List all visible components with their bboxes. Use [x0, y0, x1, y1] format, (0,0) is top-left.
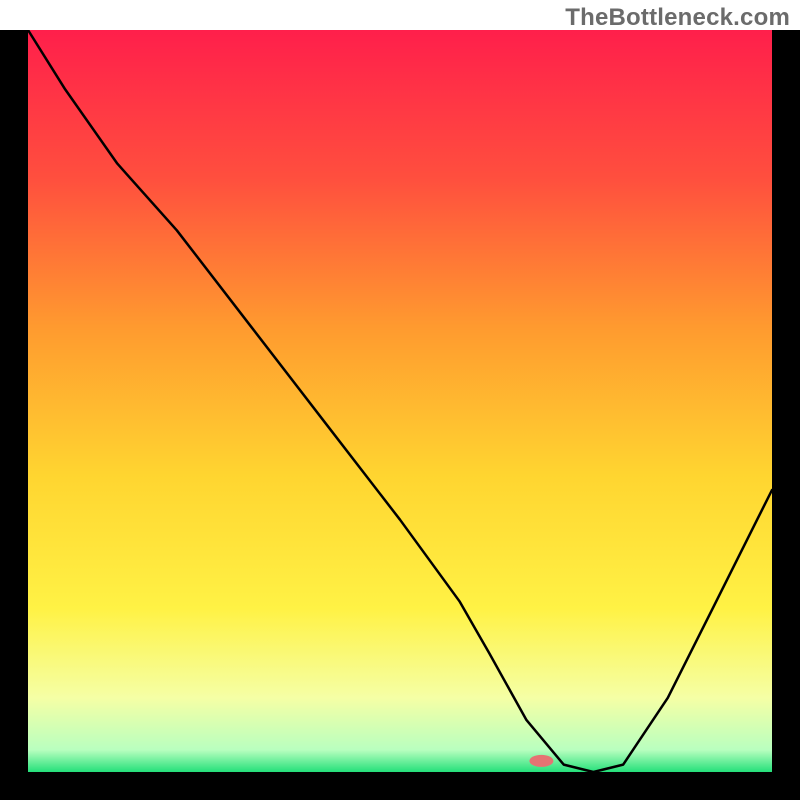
frame-bar-1	[772, 30, 800, 800]
gradient-background	[28, 30, 772, 772]
plot-area	[0, 30, 800, 800]
marker-selected-point	[529, 755, 553, 767]
chart-svg	[0, 30, 800, 800]
frame-bar-0	[0, 30, 28, 800]
watermark-label: TheBottleneck.com	[565, 4, 790, 32]
chart-frame: TheBottleneck.com	[0, 0, 800, 800]
frame-bar-2	[0, 772, 800, 800]
